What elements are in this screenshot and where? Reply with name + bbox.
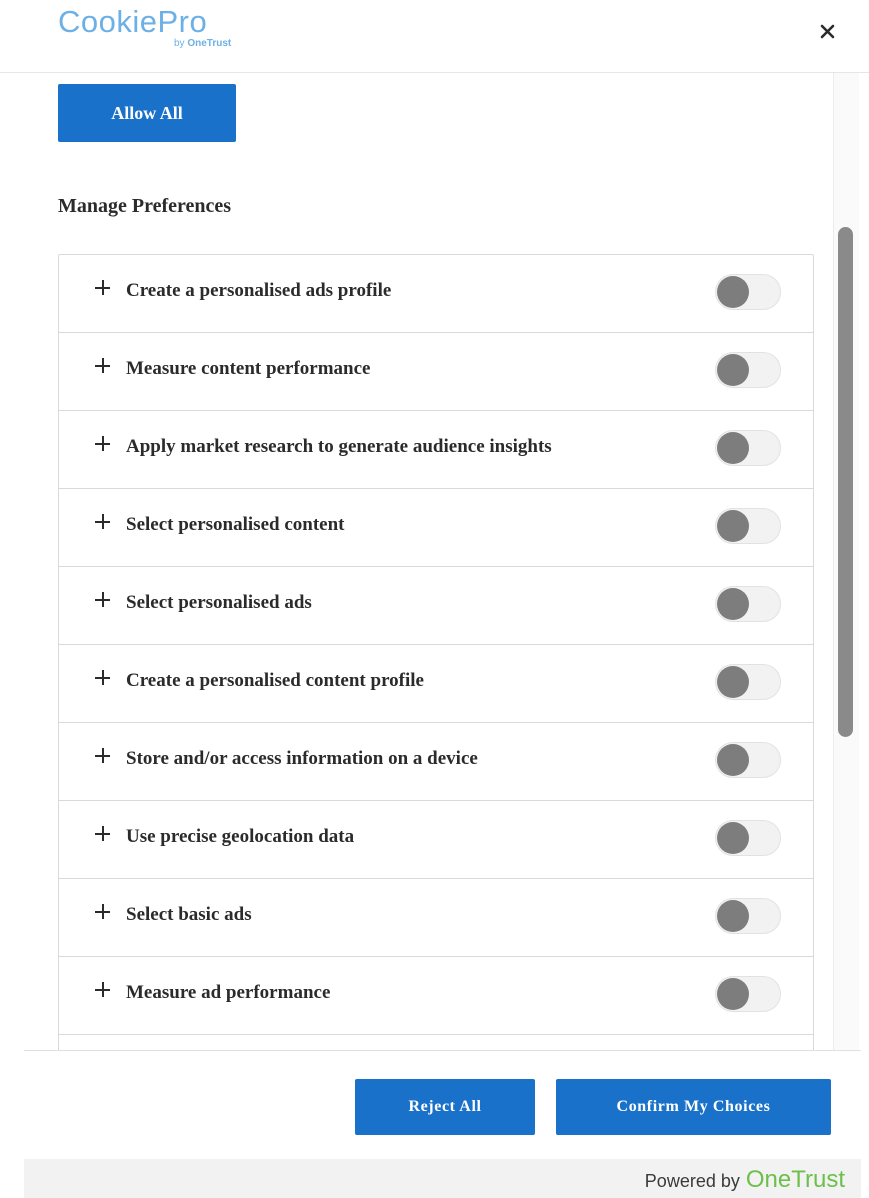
consent-toggle[interactable]	[715, 820, 781, 856]
preference-label: Measure ad performance	[126, 982, 331, 1003]
toggle-knob	[717, 588, 749, 620]
preference-label: Apply market research to generate audien…	[126, 436, 552, 457]
consent-toggle[interactable]	[715, 976, 781, 1012]
toggle-knob	[717, 822, 749, 854]
toggle-knob	[717, 510, 749, 542]
reject-all-button[interactable]: Reject All	[355, 1079, 535, 1135]
preference-item[interactable]: Measure content performance	[59, 333, 813, 411]
plus-icon[interactable]	[95, 280, 111, 296]
footer-divider	[24, 1050, 861, 1051]
logo-wordmark: CookiePro	[58, 4, 208, 39]
consent-toggle[interactable]	[715, 586, 781, 622]
preference-label: Measure content performance	[126, 358, 371, 379]
plus-icon[interactable]	[95, 670, 111, 686]
plus-icon[interactable]	[95, 826, 111, 842]
manage-preferences-heading: Manage Preferences	[58, 195, 232, 217]
consent-toggle[interactable]	[715, 742, 781, 778]
dialog-header: CookiePro by OneTrust	[0, 0, 869, 73]
allow-all-button[interactable]: Allow All	[58, 84, 236, 142]
close-button[interactable]	[815, 18, 841, 44]
consent-toggle[interactable]	[715, 274, 781, 310]
preference-label: Create a personalised ads profile	[126, 280, 392, 301]
close-icon	[820, 24, 835, 39]
toggle-knob	[717, 354, 749, 386]
powered-by-onetrust[interactable]: Powered by OneTrust	[645, 1166, 845, 1194]
preference-item[interactable]: Measure ad performance	[59, 957, 813, 1035]
preferences-list: Create a personalised ads profile Measure…	[58, 254, 814, 1051]
preference-item[interactable]: Select personalised content	[59, 489, 813, 567]
powered-by-label: Powered by	[644, 1171, 740, 1191]
plus-icon[interactable]	[95, 904, 111, 920]
preference-label: Create a personalised content profile	[126, 670, 424, 691]
plus-icon[interactable]	[95, 436, 111, 452]
preferences-scroll-area[interactable]: Allow All Manage Preferences Create a pe…	[0, 73, 869, 1051]
plus-icon[interactable]	[95, 358, 111, 374]
preference-item[interactable]: Select personalised ads	[59, 567, 813, 645]
scrollbar-track[interactable]	[833, 73, 859, 1051]
plus-icon[interactable]	[95, 514, 111, 530]
preference-item-partial[interactable]	[59, 1035, 813, 1051]
preference-item[interactable]: Use precise geolocation data	[59, 801, 813, 879]
logo-byline-prefix: by	[174, 38, 185, 49]
toggle-knob	[717, 978, 749, 1010]
consent-toggle[interactable]	[715, 352, 781, 388]
toggle-knob	[717, 666, 749, 698]
preference-item[interactable]: Select basic ads	[59, 879, 813, 957]
toggle-knob	[717, 900, 749, 932]
consent-toggle[interactable]	[715, 898, 781, 934]
preference-label: Store and/or access information on a dev…	[126, 748, 478, 769]
preference-item[interactable]: Apply market research to generate audien…	[59, 411, 813, 489]
plus-icon[interactable]	[95, 592, 111, 608]
toggle-knob	[717, 432, 749, 464]
logo-byline-brand: OneTrust	[187, 38, 232, 49]
consent-toggle[interactable]	[715, 430, 781, 466]
consent-toggle[interactable]	[715, 508, 781, 544]
preference-label: Use precise geolocation data	[126, 826, 355, 847]
preference-item[interactable]: Create a personalised content profile	[59, 645, 813, 723]
logo-byline: by OneTrust	[174, 38, 231, 49]
plus-icon[interactable]	[95, 982, 111, 998]
preference-label: Select personalised ads	[126, 592, 312, 613]
consent-toggle[interactable]	[715, 664, 781, 700]
cookie-preferences-dialog: CookiePro by OneTrust Allow All Manage P…	[0, 0, 869, 1198]
preference-item[interactable]: Create a personalised ads profile	[59, 255, 813, 333]
powered-by-bar: Powered by OneTrust	[24, 1159, 861, 1198]
preference-item[interactable]: Store and/or access information on a dev…	[59, 723, 813, 801]
preference-label: Select basic ads	[126, 904, 252, 925]
scrollbar-thumb[interactable]	[838, 227, 853, 737]
onetrust-logo: OneTrust	[745, 1166, 845, 1193]
toggle-knob	[717, 276, 749, 308]
preference-label: Select personalised content	[126, 514, 345, 535]
toggle-knob	[717, 744, 749, 776]
cookiepro-logo: CookiePro by OneTrust	[58, 4, 231, 49]
confirm-my-choices-button[interactable]: Confirm My Choices	[556, 1079, 831, 1135]
plus-icon[interactable]	[95, 748, 111, 764]
